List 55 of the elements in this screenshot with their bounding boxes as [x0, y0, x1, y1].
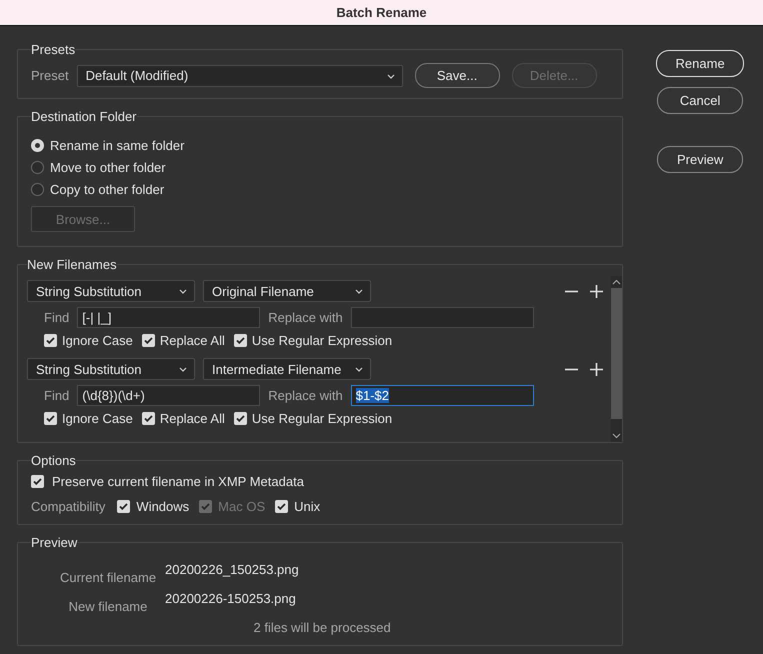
checkbox-label: Replace All — [160, 333, 225, 348]
source-dropdown[interactable]: Original Filename — [203, 280, 371, 302]
filename-label: Current filename — [63, 569, 153, 585]
replace-label: Replace with — [268, 310, 343, 325]
checkbox-label: Unix — [294, 499, 320, 514]
checkbox-label: Windows — [136, 499, 190, 514]
save-button[interactable]: Save... — [414, 63, 500, 88]
plus-icon[interactable] — [590, 362, 604, 376]
radio-label: Move to other folder — [50, 160, 166, 175]
cancel-button[interactable]: Cancel — [657, 87, 744, 114]
preview-button[interactable]: Preview — [657, 146, 744, 173]
caret-icon — [179, 289, 187, 294]
radio-label: Rename in same folder — [50, 138, 184, 153]
caret-icon — [179, 367, 187, 372]
checkbox-label: Replace All — [160, 411, 225, 426]
preset-dropdown[interactable]: Default (Modified) — [76, 64, 403, 86]
radio-button[interactable] — [31, 183, 44, 196]
checkbox-label: Use Regular Expression — [252, 333, 392, 348]
rule-type-dropdown[interactable]: String Substitution — [27, 358, 195, 380]
find-field[interactable]: [-| |_] — [77, 307, 260, 328]
radio-label: Copy to other folder — [50, 182, 164, 197]
summary-text: 2 files will be processed — [252, 620, 392, 635]
radio-button[interactable] — [31, 161, 44, 174]
section-title: Destination Folder — [31, 109, 136, 124]
plus-icon[interactable] — [590, 284, 604, 298]
scrollbar[interactable] — [611, 276, 622, 442]
replace-label: Replace with — [268, 388, 343, 403]
section-title: Presets — [31, 42, 76, 57]
caret-icon — [355, 289, 363, 294]
replace-field[interactable] — [350, 307, 534, 328]
filename-value: 20200226_150253.png — [165, 562, 299, 579]
source-dropdown[interactable]: Intermediate Filename — [203, 358, 371, 380]
scroll-down-icon[interactable] — [612, 433, 622, 439]
checkbox-label: Ignore Case — [62, 333, 133, 348]
rename-button[interactable]: Rename — [656, 50, 744, 77]
compatibility-label: Compatibility — [31, 499, 106, 514]
caret-icon — [386, 74, 395, 78]
checkbox-label: Ignore Case — [62, 411, 133, 426]
find-field[interactable]: (\d{8})(\d+) — [77, 385, 260, 406]
checkbox-label: Use Regular Expression — [252, 411, 392, 426]
find-label: Find — [44, 388, 70, 403]
section-title: Options — [31, 453, 76, 468]
find-label: Find — [44, 310, 70, 325]
filename-label: New filename — [68, 598, 148, 614]
scroll-up-icon[interactable] — [612, 279, 622, 285]
filename-value: 20200226-150253.png — [165, 591, 297, 608]
section-title: New Filenames — [27, 257, 117, 272]
preset-label: Preset — [31, 68, 69, 83]
section-title: Preview — [31, 535, 78, 550]
window-title: Batch Rename — [336, 5, 427, 20]
rule-type-dropdown[interactable]: String Substitution — [27, 280, 195, 302]
caret-icon — [355, 367, 363, 372]
replace-field[interactable]: $1-$2 — [350, 385, 534, 406]
checkbox-label: Preserve current filename in XMP Metadata — [52, 474, 304, 489]
checkbox-label: Mac OS — [218, 499, 266, 514]
